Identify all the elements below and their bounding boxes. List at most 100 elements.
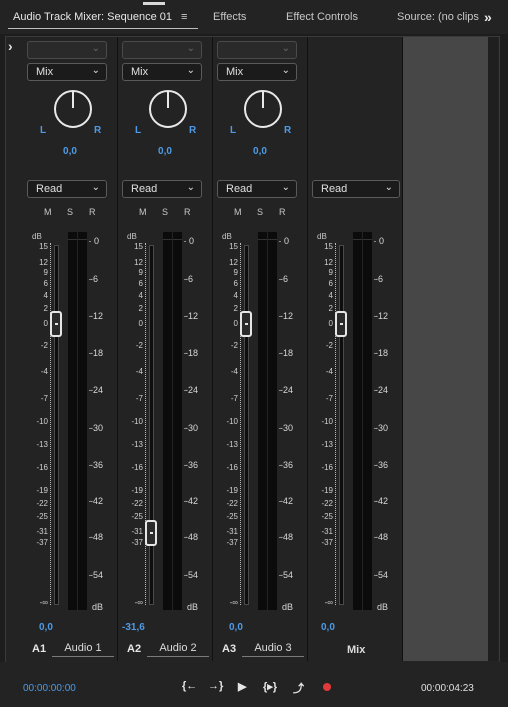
- channel-3-record-enable-button[interactable]: R: [279, 207, 286, 217]
- channel-2-fader-handle[interactable]: [145, 520, 157, 547]
- channel-2-meter-scale-label: dB: [187, 602, 199, 612]
- channel-3-track-name[interactable]: Audio 3: [242, 642, 304, 657]
- channel-2-record-enable-button[interactable]: R: [184, 207, 191, 217]
- channel-1-fader-scale-label: 9: [43, 268, 48, 277]
- channel-1-volume-value[interactable]: 0,0: [39, 622, 53, 633]
- knob-indicator: [262, 92, 264, 108]
- channel-2-track-name[interactable]: Audio 2: [147, 642, 209, 657]
- channel-2-meter-peak-right: [173, 232, 182, 240]
- current-timecode[interactable]: 00:00:00:00: [23, 683, 76, 694]
- channel-3-fader-scale-label: 0: [233, 319, 238, 328]
- channel-3-fader-handle[interactable]: [240, 311, 252, 337]
- mix-fader-scale-label: 9: [328, 268, 333, 277]
- play-button[interactable]: ▶: [238, 680, 246, 693]
- channel-1-record-enable-button[interactable]: R: [89, 207, 96, 217]
- channel-1-solo-button[interactable]: S: [67, 207, 73, 217]
- channel-1-meter-tick: [89, 353, 91, 354]
- channel-1-meter-scale-label: -6: [90, 274, 99, 284]
- more-tabs-icon[interactable]: »: [484, 9, 492, 25]
- channel-2-meter-tick: [184, 501, 186, 502]
- channel-1-fader-scale-label: 4: [43, 291, 48, 300]
- channel-1-meter-scale-label: -18: [90, 348, 104, 358]
- channel-3-meter-tick: [279, 241, 281, 242]
- channel-3-fader-scale-label: -16: [226, 463, 238, 472]
- channel-3-automation-select[interactable]: Read ⌄: [217, 180, 297, 198]
- chevron-down-icon: ⌄: [281, 43, 290, 54]
- channel-3-meter-tick: [279, 279, 281, 280]
- tab-effects[interactable]: Effects: [213, 11, 246, 23]
- channel-1-pan-value[interactable]: 0,0: [50, 146, 90, 157]
- channel-1-pan-knob[interactable]: [54, 90, 92, 128]
- channel-3-fader-scale-label: -22: [226, 499, 238, 508]
- mix-fader-handle[interactable]: [335, 311, 347, 337]
- channel-3-fader-scale-label: 4: [233, 291, 238, 300]
- go-to-in-point-button[interactable]: {←: [182, 680, 197, 692]
- channel-3-volume-value[interactable]: 0,0: [229, 622, 243, 633]
- channel-2-output-select[interactable]: Mix ⌄: [122, 63, 202, 81]
- automation-select-label: Read: [321, 183, 348, 195]
- channel-2-volume-value[interactable]: -31,6: [122, 622, 145, 633]
- mix-meter-scale-label: -24: [375, 385, 389, 395]
- channel-1-mute-button[interactable]: M: [44, 207, 52, 217]
- channel-2-meter-tick: [184, 353, 186, 354]
- channel-1-meter-peak-right: [78, 232, 87, 240]
- channel-3-meter-peak-left: [258, 232, 267, 240]
- channel-2-fader-scale-label: 2: [138, 304, 143, 313]
- channel-2-fader-scale-label: -13: [131, 440, 143, 449]
- mix-automation-select[interactable]: Read ⌄: [312, 180, 400, 198]
- channel-1-input-select[interactable]: ⌄: [27, 41, 107, 59]
- mix-volume-value[interactable]: 0,0: [321, 622, 335, 633]
- channel-3-mute-button[interactable]: M: [234, 207, 242, 217]
- channel-3-track-id: A3: [222, 643, 237, 655]
- mix-meter-tick: [374, 537, 376, 538]
- channel-1-pan-left-label: L: [40, 125, 47, 136]
- channel-2-meter-peak-left: [163, 232, 172, 240]
- channel-3-pan-value[interactable]: 0,0: [240, 146, 280, 157]
- mix-meter-scale-label: -30: [375, 423, 389, 433]
- mix-meter-scale-label: -18: [375, 348, 389, 358]
- go-to-out-point-button[interactable]: →}: [208, 680, 223, 692]
- channel-3-meter-peak-right: [268, 232, 277, 240]
- record-button[interactable]: [323, 683, 331, 691]
- channel-3-input-select[interactable]: ⌄: [217, 41, 297, 59]
- tab-audio-track-mixer[interactable]: Audio Track Mixer: Sequence 01: [13, 11, 172, 23]
- panel-gutter: [488, 37, 498, 661]
- channel-3-fader-track: [244, 245, 249, 605]
- channel-1-track-name[interactable]: Audio 1: [52, 642, 114, 657]
- panel-menu-icon[interactable]: ≡: [181, 11, 191, 23]
- mix-fader-scale-label: 6: [328, 279, 333, 288]
- channel-3-solo-button[interactable]: S: [257, 207, 263, 217]
- channel-1-fader-handle[interactable]: [50, 311, 62, 337]
- mix-fader-scale-label: 12: [324, 258, 333, 267]
- channel-3-pan-knob[interactable]: [244, 90, 282, 128]
- channel-1-automation-select[interactable]: Read ⌄: [27, 180, 107, 198]
- channel-2-meter-scale-label: -24: [185, 385, 199, 395]
- channel-1-fader-scale-label: -31: [36, 527, 48, 536]
- channel-2-input-select[interactable]: ⌄: [122, 41, 202, 59]
- loop-button[interactable]: ⤴: [293, 680, 304, 696]
- channel-1-fader-db-label: dB: [32, 232, 42, 241]
- channel-2-meter-tick: [184, 428, 186, 429]
- show-effects-sends-icon[interactable]: ›: [8, 38, 13, 54]
- channel-3-fader-scale-label: -19: [226, 486, 238, 495]
- automation-select-label: Read: [131, 183, 158, 195]
- mix-fader-scale-label: -7: [325, 394, 333, 403]
- channel-2-pan-knob[interactable]: [149, 90, 187, 128]
- mix-meter-scale-label: dB: [377, 602, 389, 612]
- mix-fader-track: [339, 245, 344, 605]
- chevron-down-icon: ⌄: [91, 65, 100, 76]
- channel-2-meter-right: [173, 240, 182, 610]
- channel-3-meter-scale-label: 0: [284, 236, 290, 246]
- mix-meter-tick: [374, 316, 376, 317]
- channel-2-pan-value[interactable]: 0,0: [145, 146, 185, 157]
- channel-2-solo-button[interactable]: S: [162, 207, 168, 217]
- tab-source[interactable]: Source: (no clips: [397, 11, 479, 23]
- play-in-to-out-button[interactable]: {▸}: [263, 680, 277, 693]
- tab-effect-controls[interactable]: Effect Controls: [286, 11, 358, 23]
- channel-2-mute-button[interactable]: M: [139, 207, 147, 217]
- channel-1-output-select[interactable]: Mix ⌄: [27, 63, 107, 81]
- channel-3-output-select[interactable]: Mix ⌄: [217, 63, 297, 81]
- chevron-down-icon: ⌄: [186, 43, 195, 54]
- channel-3-fader-scale-label: 6: [233, 279, 238, 288]
- channel-2-automation-select[interactable]: Read ⌄: [122, 180, 202, 198]
